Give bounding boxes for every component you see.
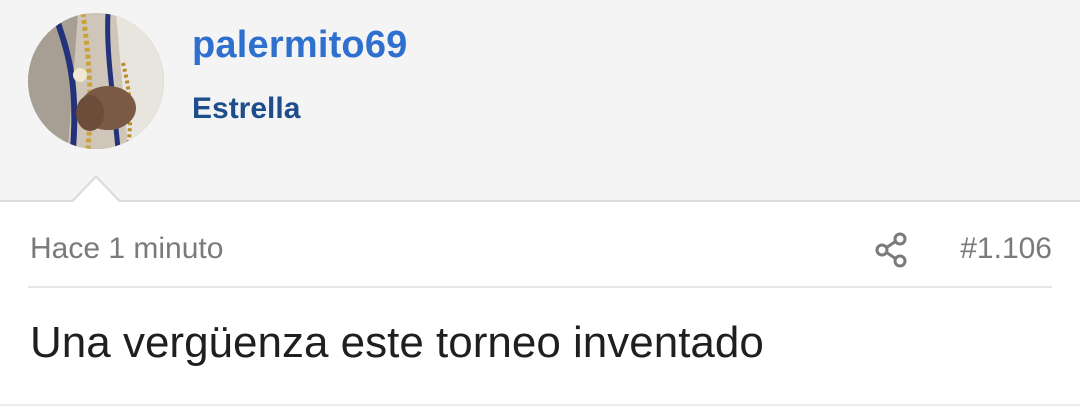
user-header: palermito69 Estrella bbox=[0, 0, 1080, 202]
share-button[interactable] bbox=[872, 230, 912, 270]
post-body-text: Una vergüenza este torneo inventado bbox=[30, 318, 764, 367]
bubble-caret-fill bbox=[73, 178, 119, 202]
avatar-image-icon bbox=[28, 13, 164, 149]
post-meta-row: Hace 1 minuto #1.106 bbox=[28, 216, 1052, 288]
username-link[interactable]: palermito69 bbox=[192, 24, 408, 67]
user-rank-title: Estrella bbox=[192, 92, 301, 125]
post-timestamp: Hace 1 minuto bbox=[30, 232, 224, 265]
share-icon bbox=[875, 232, 907, 268]
user-avatar[interactable] bbox=[28, 13, 164, 149]
post-number-link[interactable]: #1.106 bbox=[960, 232, 1052, 266]
